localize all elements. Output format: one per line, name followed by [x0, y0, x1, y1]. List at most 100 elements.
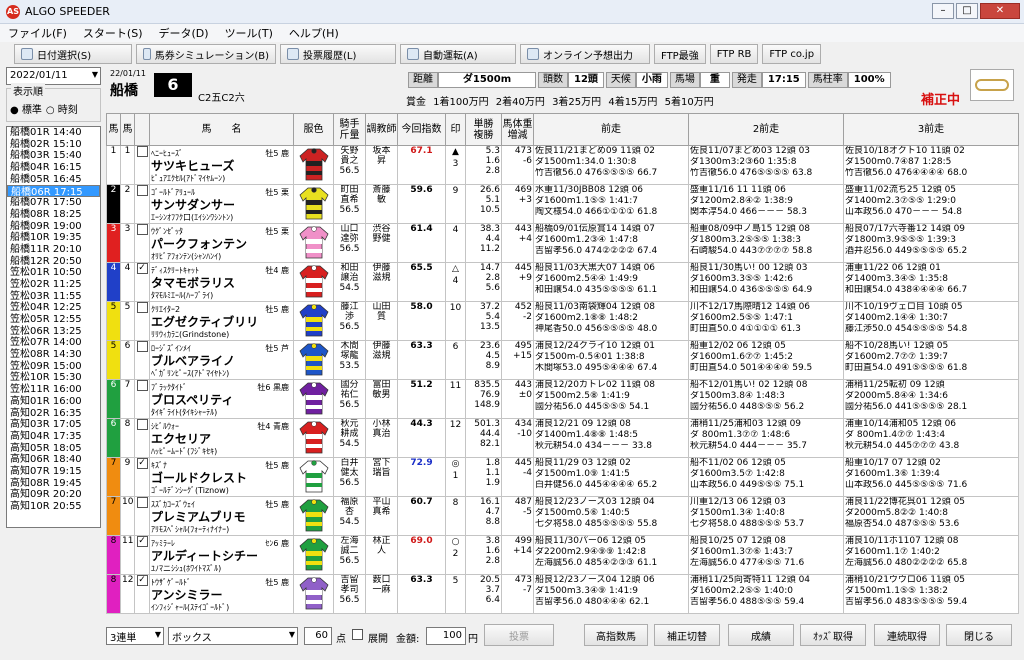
horse-name-cell[interactable]: ｼﾋﾞﾙｳｫｰ 牡4 青鹿 エクセリア ﾊｯﾋﾟｰﾑｰﾄﾞ(ﾌｼﾞｷｾｷ) — [149, 418, 294, 458]
table-row[interactable]: 2 2 ｺﾞｰﾙﾄﾞｱﾘｭｰﾙ 牡5 栗 サンサダンサー ｴｰｼﾝｵﾌﾌｸ口(ｴ… — [106, 184, 1019, 224]
select-checkbox-cell[interactable] — [134, 184, 150, 224]
select-checkbox-cell[interactable] — [134, 145, 150, 185]
col-index[interactable]: 今回指数 — [397, 113, 446, 146]
col-prev2[interactable]: 2前走 — [688, 113, 844, 146]
race-list-item[interactable]: 高知10R 20:55 — [7, 501, 100, 513]
table-row[interactable]: 8 11 ✓ ｱｯﾐﾗｰﾚ ｾﾝ6 鹿 アルディートシチー ﾕﾉﾏニｼｼｭ(ﾎﾜ… — [106, 535, 1019, 575]
vote-button[interactable]: 投票 — [484, 624, 554, 646]
prev-race-2[interactable]: 船良10/25 07 12頭 08 ダ1600m1.3⑦⑥ 1:43:7 左海誠… — [688, 535, 844, 575]
horse-name-cell[interactable]: ｱｯﾐﾗｰﾚ ｾﾝ6 鹿 アルディートシチー ﾕﾉﾏニｼｼｭ(ﾎﾜｲﾄﾏｽﾞﾙ) — [149, 535, 294, 575]
table-row[interactable]: 3 3 ｳｸﾞﾝｾﾞｯﾀ 牡5 栗 パークフォンテン ｵﾘﾋﾞｱﾌｫﾝﾃﾝ(ｼｬ… — [106, 223, 1019, 263]
horse-name[interactable]: ブロスペリティ — [151, 393, 292, 407]
prev-race-1[interactable]: 船良11/29 03 12頭 02 ダ1500m1.0⑨ 1:41:5 白井健5… — [533, 457, 689, 497]
race-list-item[interactable]: 船橋10R 19:35 — [7, 232, 100, 244]
horse-name-cell[interactable]: ｷｽﾞﾅ 牡5 鹿 ゴールドクレスト ｺﾞｰﾙﾃﾞﾝｼｰｸﾞ(Tiznow) — [149, 457, 294, 497]
mark-cell[interactable]: 4 — [445, 223, 466, 263]
col-mark[interactable]: 印 — [445, 113, 466, 146]
race-list-item[interactable]: 船橋06R 17:15 — [7, 185, 100, 198]
race-list-item[interactable]: 笠松05R 12:55 — [7, 314, 100, 326]
ftp-best-button[interactable]: FTP最強 — [654, 44, 706, 64]
col-silks[interactable]: 服色 — [293, 113, 334, 146]
close-icon[interactable]: ✕ — [980, 3, 1020, 19]
bet-mode-select[interactable]: ボックス ▼ — [168, 627, 298, 645]
menu-start[interactable]: スタート(S) — [75, 25, 151, 41]
race-list-item[interactable]: 船橋12R 20:50 — [7, 256, 100, 268]
prev-race-3[interactable]: 川不10/19ヴェロ目 10頭 05 ダ1400m2.1④④ 1:30:7 藤江… — [843, 301, 1019, 341]
close-button[interactable]: 閉じる — [946, 624, 1012, 646]
mark-cell[interactable]: ○ 2 — [445, 535, 466, 575]
radio-standard[interactable]: ● 標準 — [10, 101, 42, 116]
table-row[interactable]: 6 8 ｼﾋﾞﾙｳｫｰ 牡4 青鹿 エクセリア ﾊｯﾋﾟｰﾑｰﾄﾞ(ﾌｼﾞｷｾｷ… — [106, 418, 1019, 458]
prev-race-2[interactable]: 船重12/02 06 12頭 05 ダ1600m1.6⑦⑦ 1:45:2 町田直… — [688, 340, 844, 380]
prev-race-2[interactable]: 佐良11/07まどめ03 12頭 03 ダ1300m3:2③60 1:35:8 … — [688, 145, 844, 185]
horse-name-cell[interactable]: ﾃﾞｨｽｸﾘｰﾄｷｬｯﾄ 牡4 鹿 タマモボラリス ﾀﾏﾓﾙﾐｴｰﾙ(ﾊｰﾌﾞﾗ… — [149, 262, 294, 302]
prev-race-1[interactable]: 浦良12/21 09 12頭 08 ダ1400m1.4⑧⑧ 1:48:5 秋元耕… — [533, 418, 689, 458]
correction-toggle-button[interactable]: 補正切替 — [654, 624, 720, 646]
prev-race-3[interactable]: 浦良11/22博花呉01 12頭 05 ダ2000m5.8②② 1:40:8 福… — [843, 496, 1019, 536]
mark-cell[interactable]: △ 4 — [445, 262, 466, 302]
prev-race-2[interactable]: 盛重11/16 11 11頭 06 ダ1200m2.8④② 1:38:9 関本淳… — [688, 184, 844, 224]
race-list-item[interactable]: 高知05R 18:05 — [7, 443, 100, 455]
prev-race-2[interactable]: 船重08/09中ノ島15 12頭 08 ダ1800m3.2⑤⑤⑤ 1:38:3 … — [688, 223, 844, 263]
ftp-rb-button[interactable]: FTP RB — [709, 44, 759, 64]
results-button[interactable]: 成績 — [728, 624, 794, 646]
horse-name-cell[interactable]: ﾍﾆｰﾋｭｰｽﾞ 牡5 鹿 サツキヒューズ ﾋﾟｭｱｴｸｾﾙ(ｱﾄﾞﾏｲﾔﾑｰﾝ… — [149, 145, 294, 185]
col-prev3[interactable]: 3前走 — [843, 113, 1019, 146]
radio-time[interactable]: ○ 時刻 — [46, 101, 78, 116]
mark-cell[interactable]: 12 — [445, 418, 466, 458]
select-checkbox[interactable]: ✓ — [136, 263, 148, 274]
ftp-cojp-button[interactable]: FTP co.jp — [762, 44, 822, 64]
prev-race-2[interactable]: 川不12/17馬際晴12 14頭 06 ダ1600m2.5⑤⑤ 1:47:1 町… — [688, 301, 844, 341]
table-row[interactable]: 8 12 ✓ ﾄｳｻﾞｹﾞｰﾙﾄﾞ 牡5 鹿 アンシミラー ｲﾝﾌｨｼﾞｬｰﾙ(… — [106, 574, 1019, 614]
prev-race-3[interactable]: 船良07/17六寺番12 14頭 09 ダ1800m3.9⑤⑤⑤ 1:39:3 … — [843, 223, 1019, 263]
mark-cell[interactable]: ◎ 1 — [445, 457, 466, 497]
prev-race-1[interactable]: 船良11/30パー06 12頭 05 ダ2200m2.9④⑨⑨ 1:42:8 左… — [533, 535, 689, 575]
race-list-item[interactable]: 船橋08R 18:25 — [7, 209, 100, 221]
maximize-icon[interactable]: □ — [956, 3, 978, 19]
race-list-item[interactable]: 船橋11R 20:10 — [7, 244, 100, 256]
mark-cell[interactable]: ▲ 3 — [445, 145, 466, 185]
horse-name[interactable]: エグゼクティブリリ — [151, 315, 292, 329]
prev-race-2[interactable]: 川重12/13 06 12頭 03 ダ1500m1.3④ 1:40:8 七夕将5… — [688, 496, 844, 536]
horse-name[interactable]: アンシミラー — [151, 588, 292, 602]
race-list-item[interactable]: 船橋09R 19:00 — [7, 221, 100, 233]
horse-name[interactable]: ブルベアライノ — [151, 354, 292, 368]
horse-name-cell[interactable]: ｽｽﾞｶｺｰｽﾞｳｪｲ 牡5 鹿 プレミアムブリモ ｱﾘﾓｽﾍﾟｼｬﾙ(ﾌｫｰﾃ… — [149, 496, 294, 536]
col-horse-no[interactable]: 馬 — [120, 113, 135, 146]
race-list-item[interactable]: 船橋05R 16:45 — [7, 174, 100, 186]
horse-name[interactable]: サンサダンサー — [151, 198, 292, 212]
horse-name-cell[interactable]: ｸﾘｴｲﾀｰ2 牡5 鹿 エグゼクティブリリ ﾘﾘｳｨｶﾗﾆ(Grindston… — [149, 301, 294, 341]
prev-race-1[interactable]: 佐良11/21まどめ09 11頭 02 ダ1500m1:34.0 1:30:8 … — [533, 145, 689, 185]
date-select-button[interactable]: 日付選択(S) — [14, 44, 132, 64]
prev-race-3[interactable]: 浦重10/14浦和05 12頭 06 ダ 800m1.4⑦⑦ 1:43:4 秋元… — [843, 418, 1019, 458]
select-checkbox-cell[interactable] — [134, 418, 150, 458]
prev-race-3[interactable]: 浦稍10/21ウウロ06 11頭 05 ダ1500m1.1⑤⑤ 1:38:2 吉… — [843, 574, 1019, 614]
table-row[interactable]: 4 4 ✓ ﾃﾞｨｽｸﾘｰﾄｷｬｯﾄ 牡4 鹿 タマモボラリス ﾀﾏﾓﾙﾐｴｰﾙ… — [106, 262, 1019, 302]
prev-race-3[interactable]: 船重10/17 07 12頭 02 ダ1600m1.3⑥ 1:39:4 山本政5… — [843, 457, 1019, 497]
col-jockey[interactable]: 騎手 斤量 — [333, 113, 366, 146]
expand-checkbox[interactable] — [352, 629, 363, 640]
select-checkbox-cell[interactable] — [134, 496, 150, 536]
race-list-item[interactable]: 船橋02R 15:10 — [7, 139, 100, 151]
prev-race-1[interactable]: 浦良12/24クライ10 12頭 01 ダ1500m-0.5④01 1:38:8… — [533, 340, 689, 380]
prev-race-1[interactable]: 船良11/03南袋輝04 12頭 08 ダ1600m2.1⑧⑧ 1:48:2 神… — [533, 301, 689, 341]
horse-name-cell[interactable]: ｳｸﾞﾝｾﾞｯﾀ 牡5 栗 パークフォンテン ｵﾘﾋﾞｱﾌｫﾝﾃﾝ(ｼｬﾝﾊﾝｲ… — [149, 223, 294, 263]
mark-cell[interactable]: 9 — [445, 184, 466, 224]
race-list-item[interactable]: 笠松11R 16:00 — [7, 384, 100, 396]
prev-race-1[interactable]: 浦良12/20カトレ02 11頭 08 ダ1500m2.5⑧ 1:41:9 國分… — [533, 379, 689, 419]
prev-race-3[interactable]: 浦良10/11ホ1107 12頭 08 ダ1600m1.1⑦ 1:40:2 左海… — [843, 535, 1019, 575]
vote-history-button[interactable]: 投票履歴(L) — [280, 44, 396, 64]
mark-cell[interactable]: 8 — [445, 496, 466, 536]
select-checkbox[interactable]: ✓ — [136, 575, 148, 586]
col-odds[interactable]: 単勝 複勝 — [465, 113, 502, 146]
select-checkbox[interactable] — [136, 185, 148, 196]
race-list-item[interactable]: 高知06R 18:40 — [7, 454, 100, 466]
select-checkbox[interactable] — [136, 224, 148, 235]
select-checkbox[interactable]: ✓ — [136, 536, 148, 547]
race-list-item[interactable]: 高知07R 19:15 — [7, 466, 100, 478]
horse-name-cell[interactable]: ﾛｰｼﾞｽﾞｲﾝﾒｲ 牡5 芦 ブルベアライノ ﾍﾞｶﾞﾘﾝﾋﾟｰｽ(ｱﾄﾞﾏｲ… — [149, 340, 294, 380]
bet-simulation-button[interactable]: 馬券シミュレーション(B) — [136, 44, 276, 64]
race-list-item[interactable]: 船橋01R 14:40 — [7, 127, 100, 139]
select-checkbox-cell[interactable]: ✓ — [134, 574, 150, 614]
race-list-item[interactable]: 高知02R 16:35 — [7, 408, 100, 420]
